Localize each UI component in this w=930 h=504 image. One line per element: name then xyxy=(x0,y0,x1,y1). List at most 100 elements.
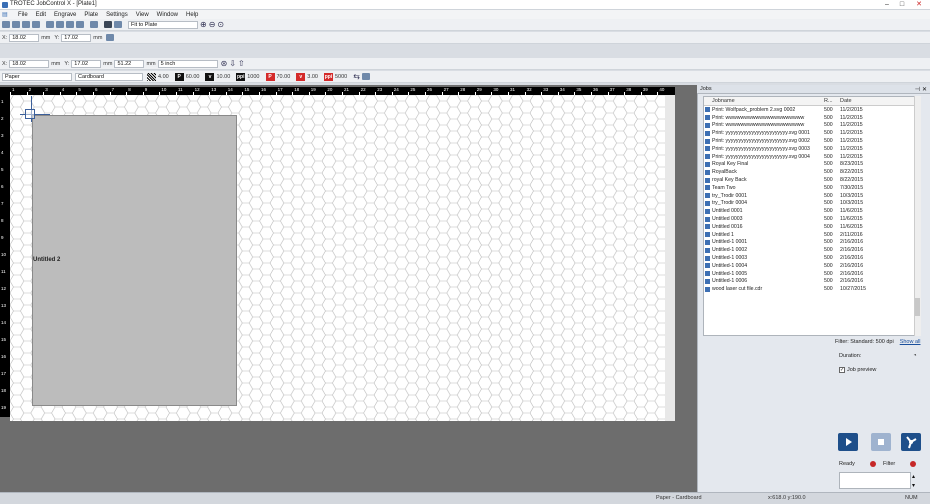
job-row[interactable]: Royal Key Final 500 8/23/2015 xyxy=(704,161,920,169)
process-icon[interactable] xyxy=(361,73,370,80)
menu-view[interactable]: View xyxy=(136,12,149,18)
app-menu-icon[interactable]: ▤ xyxy=(2,11,10,18)
swatch-velocity-icon[interactable]: v xyxy=(205,72,215,81)
job-row[interactable]: Untitled-1 0005 500 2/16/2016 xyxy=(704,270,920,278)
download-icon[interactable]: ⇩ xyxy=(229,59,236,68)
y-position-input[interactable]: 17.02 xyxy=(61,33,92,42)
swatch-power-icon[interactable]: P xyxy=(174,72,184,81)
link-icon[interactable]: ⇆ xyxy=(353,72,360,81)
menu-window[interactable]: Window xyxy=(157,12,178,18)
size-select[interactable]: 5 inch xyxy=(157,59,218,68)
close-button[interactable]: ✕ xyxy=(912,0,926,10)
ruler-left-tick: 16 xyxy=(1,354,7,359)
material-group-select[interactable]: Paper xyxy=(2,72,72,81)
job-file-icon xyxy=(705,130,710,136)
menu-help[interactable]: Help xyxy=(186,12,198,18)
job-row[interactable]: Untitled-1 0004 500 2/16/2016 xyxy=(704,262,920,270)
swatch-power-red-icon[interactable]: P xyxy=(265,72,275,81)
delete-icon[interactable] xyxy=(76,21,84,28)
minimize-button[interactable]: – xyxy=(880,0,894,10)
stop-job-button[interactable] xyxy=(871,433,891,451)
menu-settings[interactable]: Settings xyxy=(106,12,128,18)
job-row[interactable]: Print: wwwwwwwwwwwwwwwwwwwww 500 11/2/2015 xyxy=(704,122,920,130)
job-row[interactable]: Print: Wolfpack_problem 2.svg 0002 500 11/… xyxy=(704,106,920,114)
job-resolution: 500 xyxy=(824,208,833,215)
panel-close-icon[interactable]: ✕ xyxy=(922,86,927,93)
origin-marker[interactable] xyxy=(25,109,35,119)
job-row[interactable]: royal Key Back 500 8/22/2015 xyxy=(704,176,920,184)
job-name: Untitled-1 0005 xyxy=(712,270,748,277)
maximize-button[interactable]: □ xyxy=(895,0,909,10)
message-scroll-down-icon[interactable]: ▾ xyxy=(912,482,915,489)
job-list-scroll-thumb[interactable] xyxy=(915,298,920,316)
column-jobname[interactable]: Jobname xyxy=(704,98,824,104)
start-job-button[interactable] xyxy=(838,433,858,451)
job-row[interactable]: Untitled-1 0001 500 2/16/2016 xyxy=(704,239,920,247)
job-row[interactable]: Untitled-1 0003 500 2/16/2016 xyxy=(704,254,920,262)
menu-engrave[interactable]: Engrave xyxy=(54,12,76,18)
job-file-icon xyxy=(705,177,710,183)
zoom-icon[interactable]: ⊛ xyxy=(221,59,228,68)
job-row[interactable]: Untitled 0001 500 11/6/2015 xyxy=(704,207,920,215)
menu-plate[interactable]: Plate xyxy=(84,12,98,18)
show-all-link[interactable]: Show all xyxy=(900,339,921,345)
canvas-scrollbar[interactable] xyxy=(665,95,675,421)
job-row[interactable]: Print: wwwwwwwwwwwwwwwwwwwww 500 11/2/2015 xyxy=(704,114,920,122)
swatch-raster-icon[interactable] xyxy=(147,72,156,81)
open-icon[interactable] xyxy=(12,21,20,28)
width-input[interactable]: 51.22 xyxy=(114,59,145,68)
copy-icon[interactable] xyxy=(56,21,64,28)
column-resolution[interactable]: R... xyxy=(824,98,840,104)
zoom-out-icon[interactable]: ⊖ xyxy=(209,20,216,29)
menu-file[interactable]: File xyxy=(18,12,28,18)
job-row[interactable]: Untitled 0003 500 11/6/2015 xyxy=(704,215,920,223)
x-position-input[interactable]: 18.02 xyxy=(9,33,40,42)
pin-icon[interactable]: ⊣ xyxy=(915,86,920,93)
x-size-input[interactable]: 18.02 xyxy=(9,59,50,68)
job-plate[interactable] xyxy=(32,115,237,406)
job-row[interactable]: try_Trodir 0004 500 10/3/2015 xyxy=(704,200,920,208)
job-row[interactable]: Print: yyyyyyyyyyyyyyyyyyyyyyyy.svg 0002… xyxy=(704,137,920,145)
upload-icon[interactable]: ⇧ xyxy=(238,59,245,68)
exhaust-button[interactable] xyxy=(901,433,921,451)
job-row[interactable]: Print: yyyyyyyyyyyyyyyyyyyyyyyy.svg 0003… xyxy=(704,145,920,153)
swatch-ppi-red-icon[interactable]: ppi xyxy=(323,72,333,81)
job-row[interactable]: wood laser cut file.cdr 500 10/27/2015 xyxy=(704,285,920,293)
anchor-icon[interactable] xyxy=(106,34,115,41)
job-row[interactable]: Untitled 0016 500 11/6/2015 xyxy=(704,223,920,231)
undo-icon[interactable] xyxy=(90,21,98,28)
new-icon[interactable] xyxy=(2,21,10,28)
column-date[interactable]: Date xyxy=(840,98,890,104)
zoom-select[interactable]: Fit to Plate xyxy=(128,20,198,29)
job-file-icon xyxy=(705,278,710,284)
y-size-input[interactable]: 17.02 xyxy=(71,59,102,68)
job-row[interactable]: Print: yyyyyyyyyyyyyyyyyyyyyyyy.svg 0004… xyxy=(704,153,920,161)
job-row[interactable]: Print: yyyyyyyyyyyyyyyyyyyyyyyy.svg 0001… xyxy=(704,129,920,137)
job-row[interactable]: Untitled-1 0002 500 2/16/2016 xyxy=(704,246,920,254)
job-row[interactable]: RoyalBack 500 8/22/2015 xyxy=(704,168,920,176)
swatch-ppi-icon[interactable]: ppi xyxy=(236,72,246,81)
job-row[interactable]: Team Two 500 7/30/2015 xyxy=(704,184,920,192)
settings-icon[interactable] xyxy=(104,21,112,28)
swatch-ppi-red-value: 5000 xyxy=(334,73,348,80)
cut-icon[interactable] xyxy=(46,21,54,28)
save-icon[interactable] xyxy=(22,21,30,28)
menu-edit[interactable]: Edit xyxy=(36,12,46,18)
ruler-left-tick: 10 xyxy=(1,252,7,257)
material-select[interactable]: Cardboard xyxy=(75,72,143,81)
ruler-top-tick: 8 xyxy=(128,87,131,92)
align-icon[interactable] xyxy=(114,21,122,28)
paste-icon[interactable] xyxy=(66,21,74,28)
print-icon[interactable] xyxy=(32,21,40,28)
zoom-fit-icon[interactable]: ⊙ xyxy=(217,20,224,29)
zoom-in-icon[interactable]: ⊕ xyxy=(200,20,207,29)
message-scroll-up-icon[interactable]: ▴ xyxy=(912,473,915,480)
job-name-cell: wood laser cut file.cdr xyxy=(704,286,824,292)
swatch-velocity-red-icon[interactable]: v xyxy=(296,72,306,81)
job-preview-checkbox[interactable]: ✓ xyxy=(839,367,845,373)
job-row[interactable]: Untitled 1 500 2/11/2016 xyxy=(704,231,920,239)
job-row[interactable]: Untitled-1 0006 500 2/16/2016 xyxy=(704,278,920,286)
ready-label: Ready xyxy=(839,461,855,467)
job-file-icon xyxy=(705,161,710,167)
job-row[interactable]: try_Trodir 0001 500 10/3/2015 xyxy=(704,192,920,200)
